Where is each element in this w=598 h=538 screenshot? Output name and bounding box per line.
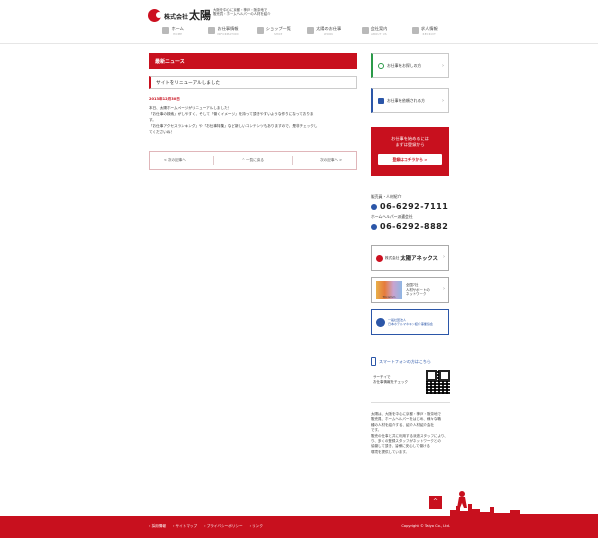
- briefcase-icon: [208, 27, 216, 34]
- tel-number: 06-6292-7111: [380, 202, 449, 211]
- post-body-line: てくださいね！: [149, 130, 175, 134]
- person-icon: [411, 27, 419, 34]
- home-icon: [162, 27, 170, 34]
- nav-item-home[interactable]: ホーム HOME: [148, 26, 198, 40]
- nav-label: 太陽のお仕事: [316, 26, 342, 31]
- nav-item-about[interactable]: 会社案内 ABOUT US: [349, 26, 399, 40]
- chevron-right-icon: ›: [443, 286, 445, 292]
- search-icon: [378, 62, 384, 69]
- smartphone-title: スマートフォンの方はこちら: [379, 358, 431, 364]
- nav-label: 求人情報: [420, 26, 438, 31]
- pager-divider: [291, 156, 293, 165]
- company-request-label: お仕事を依頼される方: [387, 97, 425, 103]
- site-footer: › 採用情報 › サイトマップ › プライバシーポリシー › リンク Copyr…: [0, 516, 598, 538]
- chevron-right-icon: ›: [442, 63, 444, 69]
- smartphone-text-2: お仕事情報をチェック: [373, 380, 408, 384]
- chevron-right-icon: ›: [442, 98, 444, 104]
- prev-post-link[interactable]: < 次の記事へ: [164, 158, 186, 163]
- next-post-link[interactable]: 次の記事へ >: [320, 158, 342, 163]
- tricom-banner[interactable]: Tricomm 全国7社 人材サポートの ネットワーク ›: [371, 277, 449, 303]
- association-banner[interactable]: 一般社団法人 日本ホテルマネキン紹介事業協会: [371, 309, 449, 335]
- association-logo-icon: [376, 317, 385, 327]
- people-icon: [307, 27, 315, 34]
- company-request-button[interactable]: お仕事を依頼される方 ›: [371, 88, 449, 113]
- post-body: 本日、太陽ホームページがリニューアルしました！ 「お仕事の検索」がしやすく、そし…: [149, 105, 357, 135]
- post-date: 2013年12月30日: [149, 97, 180, 101]
- register-text-2: まずは登録から: [395, 142, 425, 147]
- nav-label: 会社案内: [370, 26, 388, 31]
- nav-sub: HOME: [173, 33, 183, 36]
- city-skyline-illustration: [450, 491, 598, 516]
- annex-logo-icon: [376, 254, 383, 262]
- main-content: 最新ニュース サイトをリニューアルしました 2013年12月30日 本日、太陽ホ…: [149, 53, 357, 170]
- phone-icon: [371, 203, 377, 210]
- nav-sub: ABOUT US: [371, 33, 387, 36]
- job-search-button[interactable]: お仕事をお探しの方 ›: [371, 53, 449, 78]
- contact-tel-2[interactable]: 06-6292-8882: [371, 222, 450, 231]
- smartphone-section: スマートフォンの方はこちら サーチイで お仕事情報をチェック: [371, 357, 450, 394]
- footer-links: › 採用情報 › サイトマップ › プライバシーポリシー › リンク: [149, 524, 263, 529]
- contact-label-2: ホームヘルパー派遣会社: [371, 214, 413, 219]
- nav-item-shop[interactable]: ショップ一覧 SHOP: [249, 26, 299, 40]
- job-search-label: お仕事をお探しの方: [387, 62, 422, 68]
- nav-sub: WORK: [323, 33, 334, 36]
- nav-item-work[interactable]: 太陽のお仕事 WORK: [299, 26, 349, 40]
- pager-divider: [213, 156, 215, 165]
- nav-label: お仕事情報: [217, 26, 239, 31]
- company-about: 太陽は、大阪を中心に京都・神戸・阪奈地で 販売員、ホームヘルパーをはじめ、様々な…: [371, 402, 450, 455]
- tricom-line-3: ネットワーク: [406, 292, 427, 297]
- contact-tel-1[interactable]: 06-6292-7111: [371, 202, 450, 211]
- register-box: お仕事を始めるには まずは登録から 登録はコチラから >: [371, 127, 449, 176]
- section-title: 最新ニュース: [149, 53, 357, 69]
- contact-label-1: 販売員・人材紹介: [371, 194, 402, 199]
- tagline: 大阪を中心に京都・神戸・阪奈地で 販売員・ホームヘルパーの人材を紹介: [213, 8, 303, 17]
- hand-icon: [378, 97, 384, 104]
- nav-item-information[interactable]: お仕事情報 INFORMATION: [198, 26, 248, 40]
- nav-sub: INFORMATION: [217, 33, 239, 36]
- qr-code: [426, 370, 450, 394]
- logo-prefix: 株式会社: [164, 14, 189, 21]
- post-pager: < 次の記事へ ^ 一覧に戻る 次の記事へ >: [149, 151, 357, 170]
- tagline-line-2: 販売員・ホームヘルパーの人材を紹介: [213, 12, 271, 17]
- tricom-logo: Tricomm: [376, 281, 402, 299]
- nav-sub: SHOP: [274, 33, 283, 36]
- building-icon: [361, 27, 369, 34]
- nav-label: ショップ一覧: [265, 26, 291, 31]
- footer-link-privacy[interactable]: › プライバシーポリシー: [204, 524, 242, 529]
- to-top-button[interactable]: ^: [429, 496, 442, 509]
- post-title: サイトをリニューアルしました: [149, 76, 357, 89]
- nav-item-recruit[interactable]: 求人情報 RECRUIT: [400, 26, 450, 40]
- phone-icon: [371, 223, 377, 230]
- annex-prefix: 株式会社: [385, 255, 400, 260]
- association-line-2: 日本ホテルマネキン紹介事業協会: [388, 322, 433, 326]
- footer-link-sitemap[interactable]: › サイトマップ: [173, 524, 197, 529]
- register-button[interactable]: 登録はコチラから >: [378, 154, 442, 165]
- chevron-right-icon: ›: [443, 254, 445, 260]
- logo-name: 太陽: [189, 9, 212, 22]
- logo-mark-icon: [148, 8, 162, 22]
- site-logo[interactable]: 株式会社太陽: [148, 7, 211, 23]
- global-nav: ホーム HOME お仕事情報 INFORMATION ショップ一覧 SHOP 太陽のお…: [148, 26, 450, 40]
- smartphone-icon: [371, 357, 376, 366]
- nav-label: ホーム: [171, 26, 184, 31]
- back-to-list-link[interactable]: ^ 一覧に戻る: [242, 158, 264, 163]
- site-header: 株式会社太陽 大阪を中心に京都・神戸・阪奈地で 販売員・ホームヘルパーの人材を紹…: [0, 0, 598, 44]
- about-line: 環境を提供しています。: [371, 449, 410, 454]
- footer-link-links[interactable]: › リンク: [250, 524, 263, 529]
- footer-link-recruit[interactable]: › 採用情報: [149, 524, 166, 529]
- annex-banner[interactable]: 株式会社 太陽アネックス ›: [371, 245, 449, 271]
- annex-name: 太陽アネックス: [400, 256, 438, 262]
- tel-number: 06-6292-8882: [380, 222, 449, 231]
- copyright: Copyright © Taiyo Co., Ltd.: [401, 524, 450, 528]
- shop-icon: [256, 27, 264, 34]
- sidebar: お仕事をお探しの方 › お仕事を依頼される方 › お仕事を始めるには まずは登録…: [371, 53, 450, 455]
- nav-sub: RECRUIT: [422, 33, 436, 36]
- contact-info: 販売員・人材紹介 06-6292-7111 ホームヘルパー派遣会社 06-629…: [371, 194, 450, 231]
